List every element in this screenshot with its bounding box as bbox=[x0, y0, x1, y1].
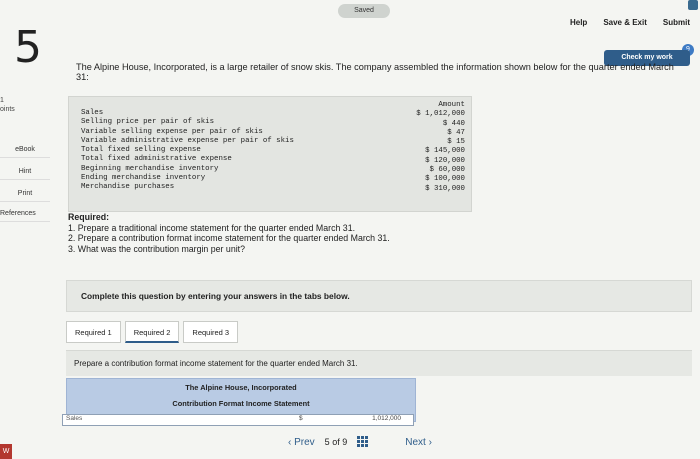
corner-menu-icon[interactable] bbox=[688, 0, 698, 10]
next-label: Next bbox=[405, 436, 426, 448]
data-row-value: $ 60,000 bbox=[429, 166, 465, 175]
data-row-label: Ending merchandise inventory bbox=[81, 174, 206, 183]
data-row-label: Variable selling expense per pair of ski… bbox=[81, 127, 263, 136]
required-item: 2. Prepare a contribution format income … bbox=[68, 233, 390, 243]
data-row-label: Merchandise purchases bbox=[81, 183, 175, 192]
data-row-label: Selling price per pair of skis bbox=[81, 118, 215, 127]
references-link[interactable]: References bbox=[0, 206, 50, 222]
chevron-right-icon: › bbox=[425, 436, 432, 448]
data-row-label: Total fixed selling expense bbox=[81, 146, 201, 155]
help-link[interactable]: Help bbox=[570, 18, 587, 27]
data-row-value: $ 145,000 bbox=[425, 147, 465, 156]
save-exit-link[interactable]: Save & Exit bbox=[603, 18, 647, 27]
statement-company: The Alpine House, Incorporated bbox=[185, 383, 297, 392]
statement-row-label: Sales bbox=[66, 415, 83, 422]
required-section: Required: 1. Prepare a traditional incom… bbox=[68, 212, 668, 254]
tab-required-3[interactable]: Required 3 bbox=[183, 321, 239, 343]
data-row-value: $ 100,000 bbox=[425, 175, 465, 184]
data-table: Sales Selling price per pair of skis Var… bbox=[68, 96, 472, 212]
amount-header: Amount bbox=[438, 101, 465, 109]
pagination: ‹ Prev 5 of 9 Next › bbox=[288, 436, 432, 448]
required-item: 1. Prepare a traditional income statemen… bbox=[68, 222, 356, 233]
question-number: 5 bbox=[14, 22, 42, 73]
data-labels: Sales Selling price per pair of skis Var… bbox=[81, 109, 294, 193]
prev-label: Prev bbox=[294, 436, 315, 448]
statement-title: Contribution Format Income Statement bbox=[172, 399, 310, 408]
required-heading: Required: bbox=[68, 212, 110, 222]
ebook-link[interactable]: eBook bbox=[0, 142, 50, 158]
page-counter: 5 of 9 bbox=[324, 437, 348, 447]
statement-row-sales[interactable]: Sales $ 1,012,000 bbox=[62, 414, 414, 426]
submit-link[interactable]: Submit bbox=[663, 18, 690, 27]
data-row-label: Beginning merchandise inventory bbox=[81, 164, 219, 173]
data-row-value: $ 310,000 bbox=[425, 184, 465, 193]
saved-status-badge: Saved bbox=[338, 4, 390, 18]
tab-required-1[interactable]: Required 1 bbox=[66, 321, 121, 343]
tab-required-2[interactable]: Required 2 bbox=[124, 321, 180, 343]
brand-mark: W bbox=[0, 444, 12, 459]
required-item: 3. What was the contribution margin per … bbox=[68, 243, 246, 254]
print-link[interactable]: Print bbox=[0, 186, 50, 202]
data-row-label: Total fixed administrative expense bbox=[81, 155, 232, 164]
statement-row-value: 1,012,000 bbox=[372, 415, 401, 422]
data-row-value: $ 120,000 bbox=[425, 156, 465, 165]
data-row-value: $ 47 bbox=[447, 128, 465, 137]
top-links: Help Save & Exit Submit bbox=[570, 18, 690, 27]
prev-button[interactable]: ‹ Prev bbox=[288, 437, 315, 448]
currency-sign: $ bbox=[299, 415, 303, 422]
next-button[interactable]: Next › bbox=[405, 437, 432, 448]
tab-prompt: Prepare a contribution format income sta… bbox=[66, 350, 692, 376]
question-grid-icon[interactable] bbox=[357, 436, 370, 448]
data-values: Amount $ 1,012,000 $ 440 $ 47 $ 15 $ 145… bbox=[409, 101, 465, 194]
instructions-banner: Complete this question by entering your … bbox=[66, 280, 692, 312]
question-intro: The Alpine House, Incorporated, is a lar… bbox=[76, 62, 674, 82]
data-row-value: $ 440 bbox=[442, 119, 465, 128]
data-row-label: Variable administrative expense per pair… bbox=[81, 136, 294, 145]
data-row-value: $ 15 bbox=[447, 138, 465, 147]
points-indicator: 1 oints bbox=[0, 97, 15, 113]
data-row-label: Sales bbox=[81, 109, 104, 117]
data-row-value: $ 1,012,000 bbox=[416, 110, 465, 119]
answer-tabs: Required 1 Required 2 Required 3 bbox=[66, 321, 239, 343]
hint-link[interactable]: Hint bbox=[0, 164, 50, 180]
